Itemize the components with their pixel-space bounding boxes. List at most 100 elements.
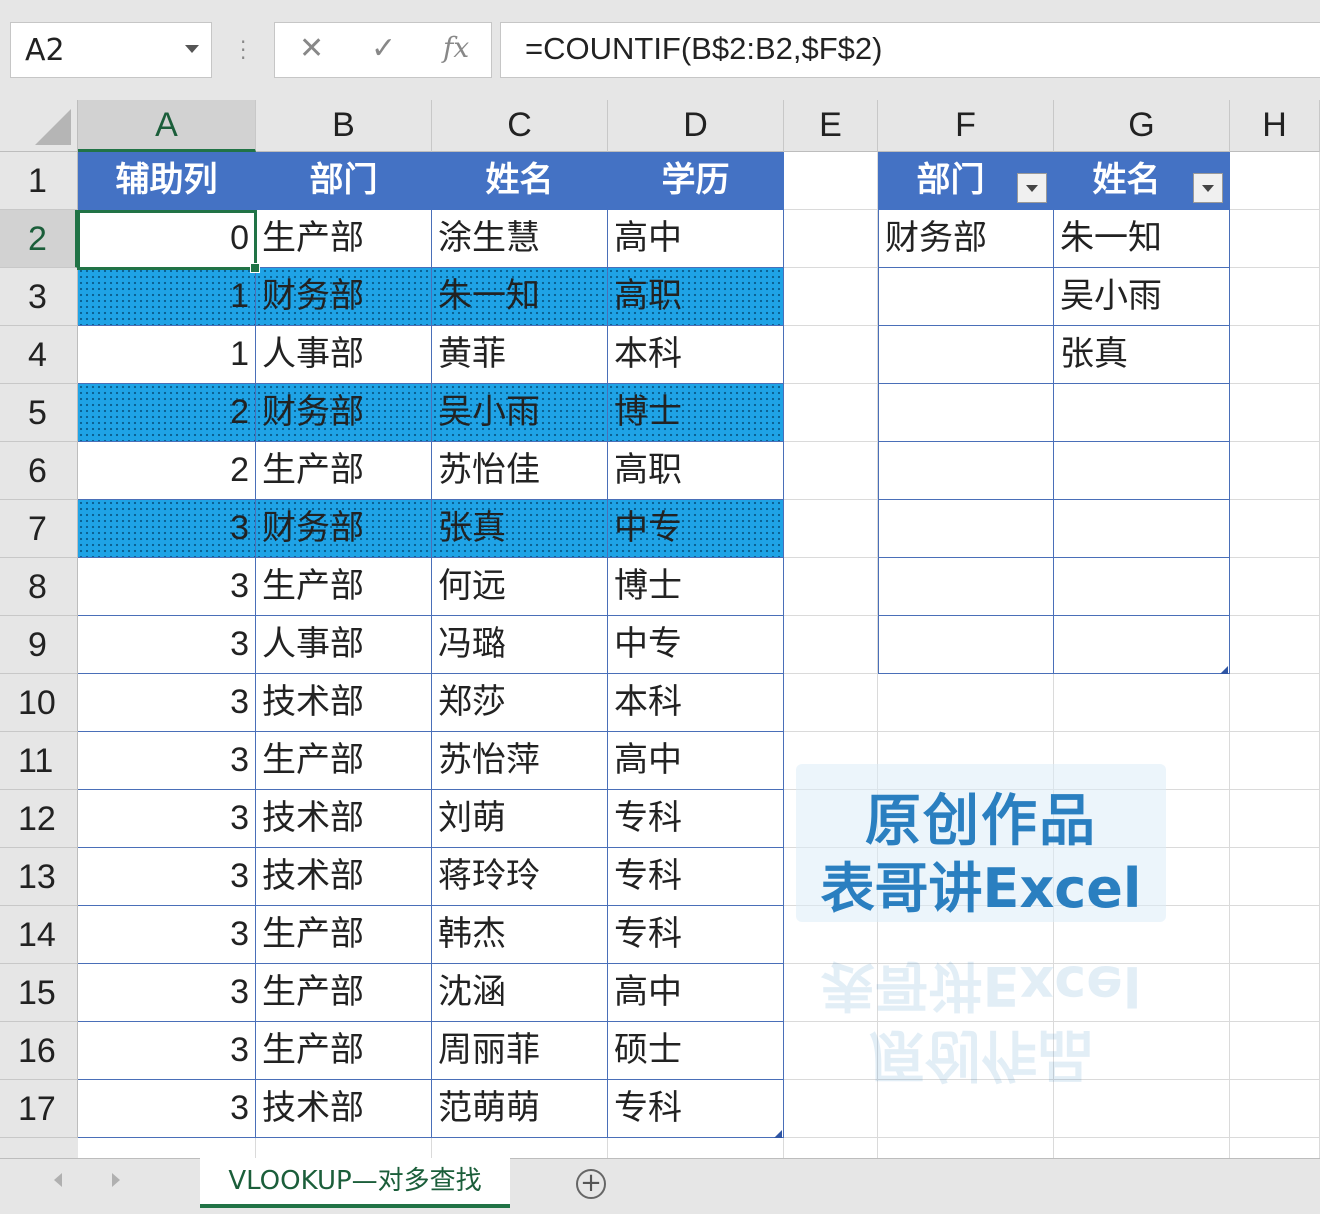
empty-cell[interactable] [1230, 268, 1320, 326]
row-header-10[interactable]: 10 [0, 674, 78, 732]
lookup-name-cell[interactable] [1054, 616, 1230, 674]
empty-cell[interactable] [784, 210, 878, 268]
education-cell[interactable]: 高中 [608, 964, 784, 1022]
helper-cell[interactable]: 3 [78, 674, 256, 732]
lookup-table-header[interactable]: 部门 [878, 152, 1054, 210]
helper-cell[interactable]: 3 [78, 616, 256, 674]
table-resize-handle[interactable] [774, 1130, 782, 1138]
lookup-dept-cell[interactable] [878, 500, 1054, 558]
helper-cell[interactable]: 3 [78, 500, 256, 558]
dept-cell[interactable]: 生产部 [256, 558, 432, 616]
empty-cell[interactable] [784, 326, 878, 384]
row-header-17[interactable]: 17 [0, 1080, 78, 1138]
name-cell[interactable]: 冯璐 [432, 616, 608, 674]
column-header-g[interactable]: G [1054, 100, 1230, 152]
name-cell[interactable]: 苏怡佳 [432, 442, 608, 500]
filter-dropdown-icon[interactable] [1017, 173, 1047, 203]
name-cell[interactable]: 张真 [432, 500, 608, 558]
dept-cell[interactable]: 人事部 [256, 616, 432, 674]
row-header-1[interactable]: 1 [0, 152, 78, 210]
more-options-icon[interactable]: · · · [240, 32, 246, 68]
empty-cell[interactable] [1054, 674, 1230, 732]
dept-cell[interactable]: 生产部 [256, 442, 432, 500]
scroll-right-icon[interactable] [112, 1173, 120, 1187]
add-sheet-icon[interactable]: + [576, 1169, 606, 1199]
helper-cell[interactable]: 3 [78, 732, 256, 790]
row-header-12[interactable]: 12 [0, 790, 78, 848]
name-box[interactable]: A2 [10, 22, 212, 78]
dept-cell[interactable]: 生产部 [256, 906, 432, 964]
column-header-e[interactable]: E [784, 100, 878, 152]
name-cell[interactable]: 何远 [432, 558, 608, 616]
helper-cell[interactable]: 3 [78, 1080, 256, 1138]
name-cell[interactable]: 苏怡萍 [432, 732, 608, 790]
education-cell[interactable]: 本科 [608, 326, 784, 384]
helper-cell[interactable]: 3 [78, 1022, 256, 1080]
empty-cell[interactable] [1230, 384, 1320, 442]
empty-cell[interactable] [784, 268, 878, 326]
dept-cell[interactable]: 人事部 [256, 326, 432, 384]
empty-cell[interactable] [1230, 442, 1320, 500]
dept-cell[interactable]: 财务部 [256, 268, 432, 326]
name-cell[interactable]: 蒋玲玲 [432, 848, 608, 906]
empty-cell[interactable] [1230, 152, 1320, 210]
empty-cell[interactable] [1230, 558, 1320, 616]
row-header-2[interactable]: 2 [0, 210, 78, 268]
dept-cell[interactable]: 技术部 [256, 790, 432, 848]
lookup-dept-cell[interactable] [878, 326, 1054, 384]
row-header-13[interactable]: 13 [0, 848, 78, 906]
row-header-11[interactable]: 11 [0, 732, 78, 790]
name-cell[interactable]: 周丽菲 [432, 1022, 608, 1080]
column-header-h[interactable]: H [1230, 100, 1320, 152]
empty-cell[interactable] [1230, 326, 1320, 384]
empty-cell[interactable] [784, 384, 878, 442]
name-cell[interactable]: 朱一知 [432, 268, 608, 326]
education-cell[interactable]: 硕士 [608, 1022, 784, 1080]
dept-cell[interactable]: 财务部 [256, 500, 432, 558]
dept-cell[interactable]: 财务部 [256, 384, 432, 442]
sheet-tab-active[interactable]: VLOOKUP—对多查找 [200, 1158, 510, 1208]
education-cell[interactable]: 博士 [608, 558, 784, 616]
column-header-c[interactable]: C [432, 100, 608, 152]
helper-cell[interactable]: 3 [78, 848, 256, 906]
chevron-down-icon[interactable] [185, 45, 199, 53]
name-cell[interactable]: 韩杰 [432, 906, 608, 964]
lookup-dept-cell[interactable] [878, 442, 1054, 500]
dept-cell[interactable]: 生产部 [256, 1022, 432, 1080]
lookup-name-cell[interactable] [1054, 500, 1230, 558]
dept-cell[interactable]: 技术部 [256, 1080, 432, 1138]
empty-cell[interactable] [1230, 964, 1320, 1022]
active-cell-selection[interactable] [77, 210, 260, 273]
helper-cell[interactable]: 1 [78, 326, 256, 384]
formula-input[interactable]: =COUNTIF(B$2:B2,$F$2) [500, 22, 1320, 78]
dept-cell[interactable]: 技术部 [256, 848, 432, 906]
empty-cell[interactable] [1230, 906, 1320, 964]
empty-cell[interactable] [878, 674, 1054, 732]
row-header-16[interactable]: 16 [0, 1022, 78, 1080]
confirm-icon[interactable]: ✓ [371, 31, 396, 66]
education-cell[interactable]: 专科 [608, 1080, 784, 1138]
education-cell[interactable]: 专科 [608, 790, 784, 848]
empty-cell[interactable] [784, 558, 878, 616]
helper-cell[interactable]: 3 [78, 964, 256, 1022]
lookup-name-cell[interactable] [1054, 558, 1230, 616]
row-header-7[interactable]: 7 [0, 500, 78, 558]
lookup-name-cell[interactable] [1054, 384, 1230, 442]
column-header-d[interactable]: D [608, 100, 784, 152]
empty-cell[interactable] [784, 616, 878, 674]
empty-cell[interactable] [1230, 848, 1320, 906]
dept-cell[interactable]: 技术部 [256, 674, 432, 732]
education-cell[interactable]: 专科 [608, 906, 784, 964]
helper-cell[interactable]: 1 [78, 268, 256, 326]
empty-cell[interactable] [784, 152, 878, 210]
filter-dropdown-icon[interactable] [1193, 173, 1223, 203]
dept-cell[interactable]: 生产部 [256, 210, 432, 268]
education-cell[interactable]: 本科 [608, 674, 784, 732]
education-cell[interactable]: 专科 [608, 848, 784, 906]
row-header-15[interactable]: 15 [0, 964, 78, 1022]
helper-cell[interactable]: 3 [78, 558, 256, 616]
main-table-header[interactable]: 部门 [256, 152, 432, 210]
education-cell[interactable]: 高职 [608, 442, 784, 500]
lookup-dept-cell[interactable] [878, 616, 1054, 674]
education-cell[interactable]: 高职 [608, 268, 784, 326]
